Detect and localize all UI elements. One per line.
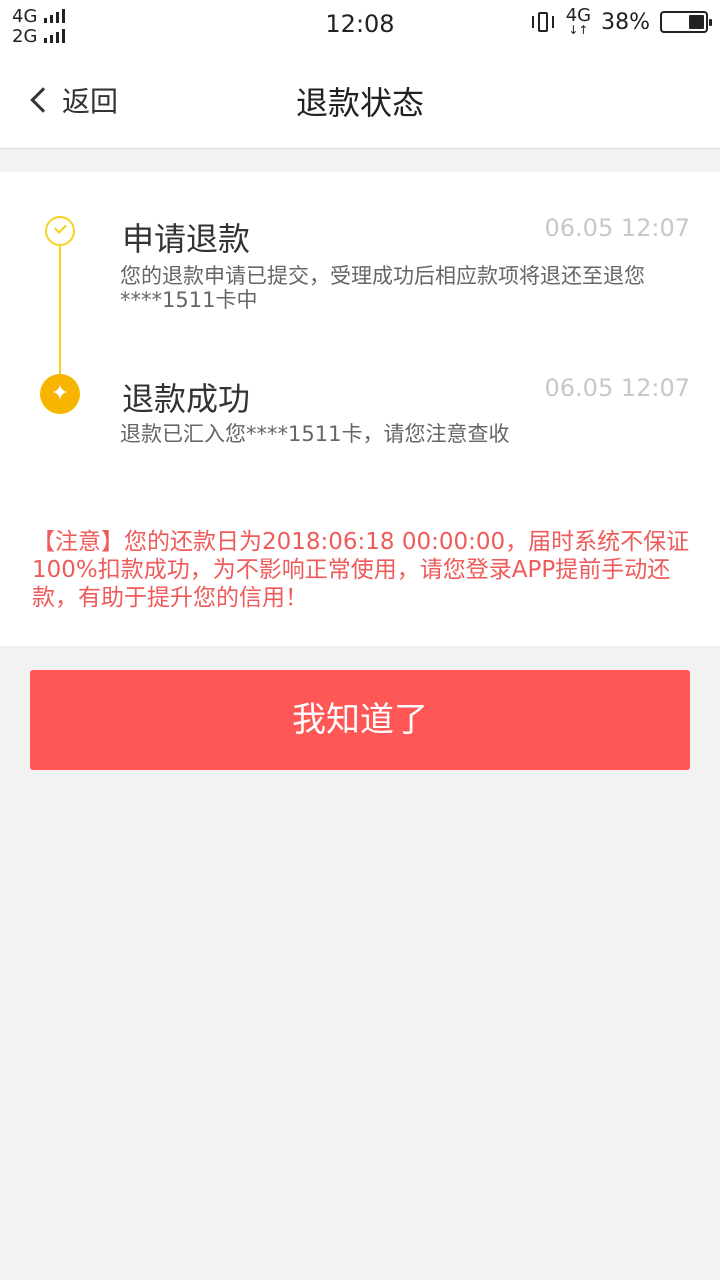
page-title: 退款状态	[295, 84, 424, 122]
repayment-notice: 【注意】您的还款日为2018:06:18 00:00:00，届时系统不保证100…	[32, 529, 690, 611]
step-time: 06.05 12:07	[544, 374, 691, 402]
step-title: 退款成功	[122, 380, 251, 418]
step-desc: 退款已汇入您****1511卡，请您注意查收	[120, 422, 510, 446]
confirm-button[interactable]: 我知道了	[30, 670, 690, 770]
step-title: 申请退款	[122, 220, 251, 258]
sparkle-icon: ✦	[40, 374, 80, 414]
step-time: 06.05 12:07	[544, 214, 691, 242]
data-arrows-icon: ↓↑	[568, 23, 589, 37]
battery-icon	[660, 11, 712, 33]
step-desc: 您的退款申请已提交，受理成功后相应款项将退还至退您****1511卡中	[120, 264, 645, 312]
timeline-line	[59, 232, 61, 384]
vibrate-icon	[530, 9, 556, 35]
battery-fill	[688, 15, 704, 29]
status-bar: 4G 2G 12:08 4G ↓↑ 38%	[0, 0, 720, 50]
check-circle-icon	[45, 216, 75, 246]
network-indicator: 4G ↓↑	[565, 5, 592, 37]
nav-bar: 返回 退款状态	[0, 50, 720, 149]
refund-status-card: 申请退款 06.05 12:07 您的退款申请已提交，受理成功后相应款项将退还至…	[0, 172, 720, 646]
network-label: 4G	[565, 5, 592, 26]
battery-percent: 38%	[601, 9, 650, 35]
